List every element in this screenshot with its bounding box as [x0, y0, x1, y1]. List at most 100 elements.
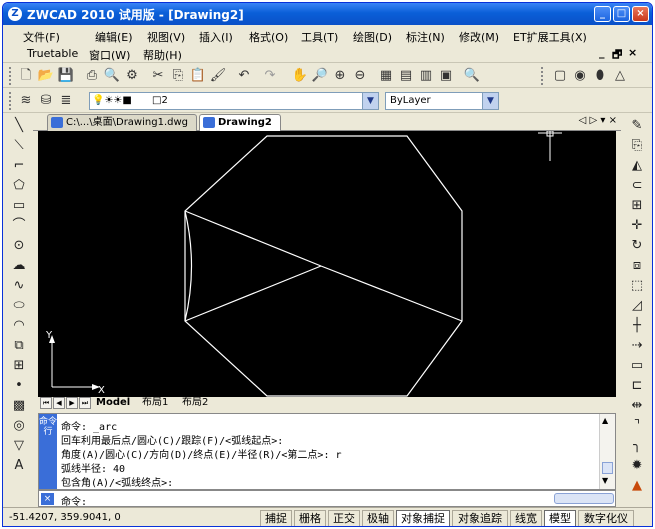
chevron-down-icon[interactable]: ▼ [482, 93, 498, 109]
tab-drawing2[interactable]: Drawing2 [199, 114, 281, 131]
cone-solid-icon[interactable]: △ [611, 67, 629, 85]
sphere-solid-icon[interactable]: ◉ [571, 67, 589, 85]
first-tab-button[interactable]: ⏮ [40, 397, 52, 409]
menu-help[interactable]: 帮助(H) [143, 47, 182, 63]
tab-layout1[interactable]: 布局1 [142, 397, 168, 410]
offset-icon[interactable]: ⊂ [628, 177, 646, 195]
model-toggle[interactable]: 模型 [544, 510, 576, 526]
polygon-icon[interactable]: ⬠ [10, 177, 28, 195]
print-icon[interactable]: ⎙ [83, 67, 101, 85]
tab-drawing1[interactable]: C:\...\桌面\Drawing1.dwg [47, 114, 197, 131]
stretch-icon[interactable]: ⬚ [628, 277, 646, 295]
chamfer-icon[interactable]: ⌝ [628, 417, 646, 435]
break-at-point-icon[interactable]: ⊏ [628, 377, 646, 395]
ortho-toggle[interactable]: 正交 [328, 510, 360, 526]
snap-toggle[interactable]: 捕捉 [260, 510, 292, 526]
design-center-icon[interactable]: ▤ [397, 67, 415, 85]
revision-cloud-icon[interactable]: ☁ [10, 257, 28, 275]
menu-insert[interactable]: 插入(I) [199, 29, 233, 45]
box-solid-icon[interactable]: ▢ [551, 67, 569, 85]
title-bar[interactable]: Z ZWCAD 2010 试用版 - [Drawing2] _ □ × [3, 3, 652, 25]
publish-icon[interactable]: ⚙ [123, 67, 141, 85]
circle-icon[interactable]: ⊙ [10, 237, 28, 255]
command-scrollbar[interactable]: ▲ ▼ [599, 414, 615, 489]
warning-icon[interactable]: ▲ [628, 477, 646, 495]
match-properties-icon[interactable]: 🖌 [209, 67, 227, 85]
make-block-icon[interactable]: ⊞ [10, 357, 28, 375]
rectangle-icon[interactable]: ▭ [10, 197, 28, 215]
menu-dimension[interactable]: 标注(N) [406, 29, 445, 45]
layer-select[interactable]: 💡☀☀■ □2 ▼ [89, 92, 379, 110]
paste-icon[interactable]: 📋 [189, 67, 207, 85]
break-icon[interactable]: ▭ [628, 357, 646, 375]
cylinder-solid-icon[interactable]: ⬮ [591, 67, 609, 85]
lineweight-toggle[interactable]: 线宽 [510, 510, 542, 526]
explode-icon[interactable]: ✹ [628, 457, 646, 475]
close-button[interactable]: × [632, 6, 649, 22]
table-icon[interactable]: ▽ [10, 437, 28, 455]
fillet-icon[interactable]: ╮ [628, 437, 646, 455]
ellipse-arc-icon[interactable]: ◠ [10, 317, 28, 335]
erase-icon[interactable]: ✎ [628, 117, 646, 135]
insert-block-icon[interactable]: ⧉ [10, 337, 28, 355]
minimize-button[interactable]: _ [594, 6, 611, 22]
calculator-icon[interactable]: ▣ [437, 67, 455, 85]
polyline-icon[interactable]: ⌐ [10, 157, 28, 175]
print-preview-icon[interactable]: 🔍 [103, 67, 121, 85]
layer-manager-icon[interactable]: ≋ [17, 92, 35, 110]
undo-icon[interactable]: ↶ [235, 67, 253, 85]
horizontal-scrollbar[interactable] [554, 493, 614, 504]
chevron-down-icon[interactable]: ▼ [362, 93, 378, 109]
toolbar-grip[interactable] [9, 92, 12, 110]
line-icon[interactable]: ╲ [10, 117, 28, 135]
menu-modify[interactable]: 修改(M) [459, 29, 499, 45]
osnap-toggle[interactable]: 对象捕捉 [396, 510, 450, 526]
tab-layout2[interactable]: 布局2 [182, 397, 208, 410]
make-current-layer-icon[interactable]: ⛁ [37, 92, 55, 110]
properties-icon[interactable]: ▦ [377, 67, 395, 85]
drawing-canvas[interactable]: Y X [38, 130, 616, 397]
point-icon[interactable]: • [10, 377, 28, 395]
scale-icon[interactable]: ⧈ [628, 257, 646, 275]
ray-icon[interactable]: ⟍ [10, 137, 28, 155]
copy-object-icon[interactable]: ⎘ [628, 137, 646, 155]
otrack-toggle[interactable]: 对象追踪 [452, 510, 508, 526]
zoom-realtime-icon[interactable]: 🔎 [311, 67, 329, 85]
next-tab-button[interactable]: ▶ [66, 397, 78, 409]
toolbar-grip[interactable] [9, 67, 12, 85]
arc-icon[interactable]: ⌒ [10, 217, 28, 235]
zoom-window-icon[interactable]: ⊕ [331, 67, 349, 85]
close-command-icon[interactable]: × [41, 493, 54, 505]
hatch-icon[interactable]: ▩ [10, 397, 28, 415]
zoom-previous-icon[interactable]: ⊖ [351, 67, 369, 85]
multiline-text-icon[interactable]: A [10, 457, 28, 475]
scroll-up-icon[interactable]: ▲ [602, 416, 608, 425]
mdi-close-button[interactable]: × [628, 46, 637, 59]
menu-format[interactable]: 格式(O) [249, 29, 288, 45]
spline-icon[interactable]: ∿ [10, 277, 28, 295]
save-icon[interactable]: 💾 [57, 67, 75, 85]
scroll-down-icon[interactable]: ▼ [602, 476, 608, 485]
open-file-icon[interactable]: 📂 [37, 67, 55, 85]
grid-toggle[interactable]: 栅格 [294, 510, 326, 526]
toolbar-grip[interactable] [541, 67, 544, 85]
pan-icon[interactable]: ✋ [291, 67, 309, 85]
join-icon[interactable]: ⇹ [628, 397, 646, 415]
region-icon[interactable]: ◎ [10, 417, 28, 435]
menu-draw[interactable]: 绘图(D) [353, 29, 392, 45]
menu-tools[interactable]: 工具(T) [301, 29, 338, 45]
move-icon[interactable]: ✛ [628, 217, 646, 235]
menu-file[interactable]: 文件(F) [23, 29, 60, 45]
menu-view[interactable]: 视图(V) [147, 29, 185, 45]
maximize-button[interactable]: □ [613, 6, 630, 22]
trim-icon[interactable]: ┼ [628, 317, 646, 335]
last-tab-button[interactable]: ⏭ [79, 397, 91, 409]
tool-palette-icon[interactable]: ▥ [417, 67, 435, 85]
new-file-icon[interactable]: 🗋 [17, 67, 35, 85]
help-icon[interactable]: 🔍 [463, 67, 481, 85]
array-icon[interactable]: ⊞ [628, 197, 646, 215]
menu-edit[interactable]: 编辑(E) [95, 29, 133, 45]
prev-tab-button[interactable]: ◀ [53, 397, 65, 409]
command-prompt[interactable]: 命令: [61, 493, 87, 508]
mirror-icon[interactable]: ◭ [628, 157, 646, 175]
